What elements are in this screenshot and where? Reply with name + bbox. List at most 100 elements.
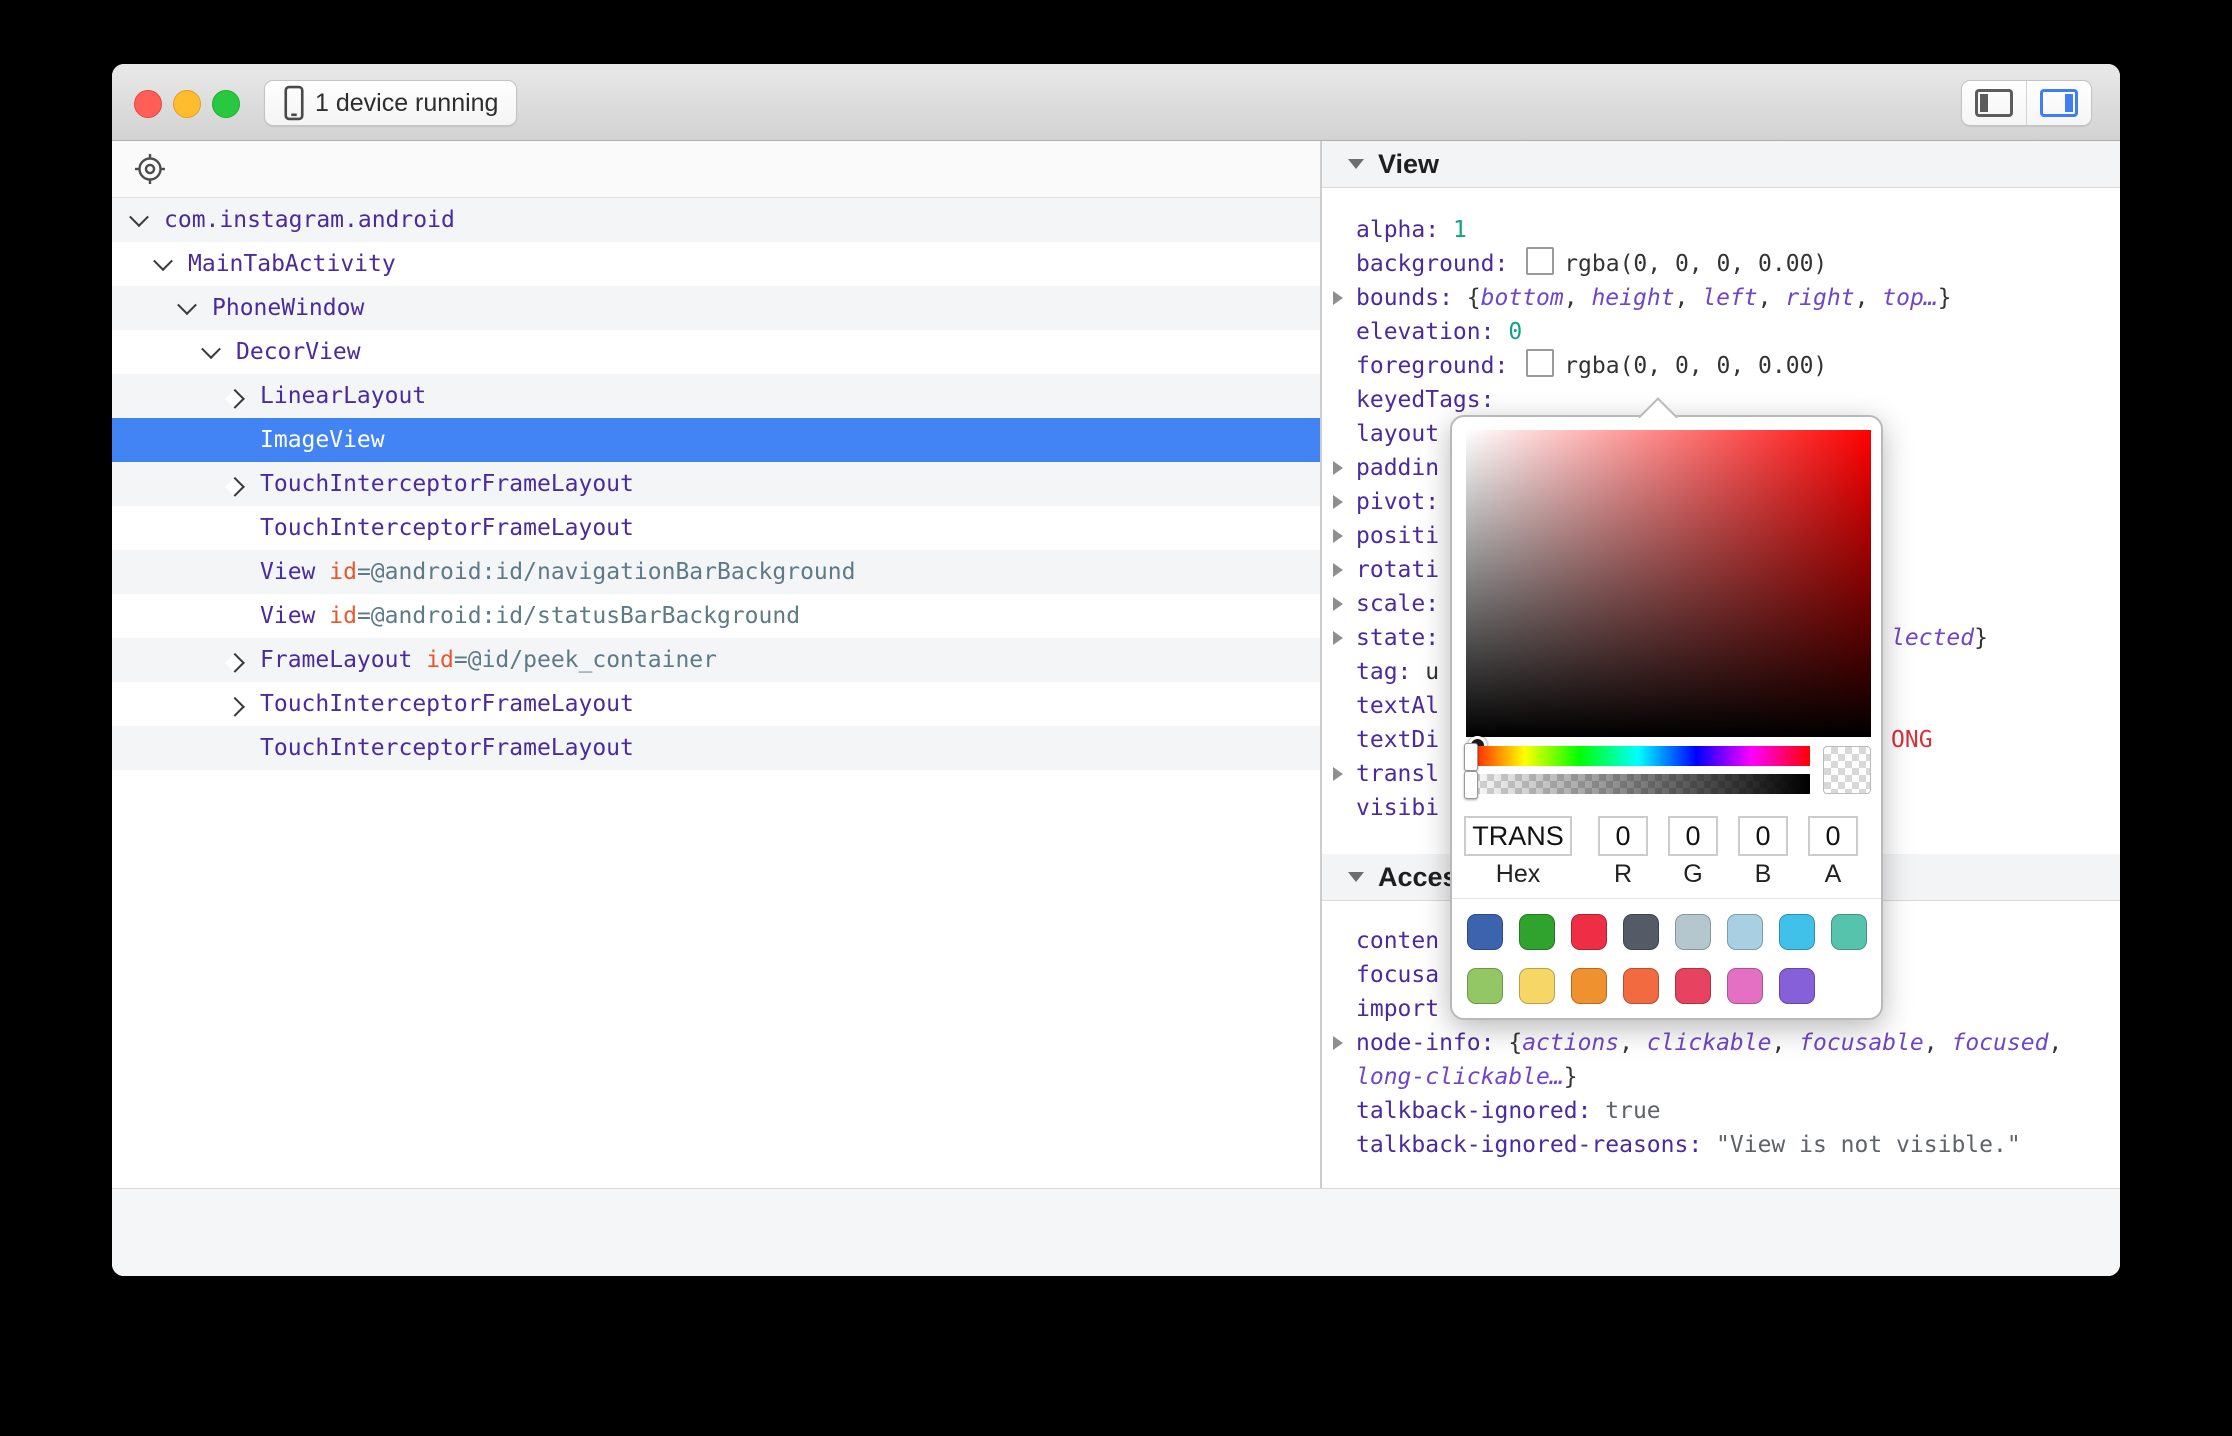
blue-label: B — [1738, 860, 1788, 889]
minimize-button[interactable] — [173, 90, 201, 118]
tree-row[interactable]: PhoneWindow — [112, 286, 1320, 330]
tree-row[interactable]: com.instagram.android — [112, 198, 1320, 242]
expand-arrow-icon[interactable] — [1333, 529, 1343, 543]
chevron-down-icon[interactable] — [153, 251, 173, 271]
expand-arrow-icon[interactable] — [1333, 631, 1343, 645]
property-row[interactable]: talkback-ignored-reasons: "View is not v… — [1356, 1128, 2090, 1162]
preset-color-swatch[interactable] — [1519, 914, 1555, 950]
property-key: conten — [1356, 928, 1439, 954]
property-row[interactable]: talkback-ignored: true — [1356, 1094, 2090, 1128]
property-row[interactable]: background: rgba(0, 0, 0, 0.00) — [1356, 247, 2090, 281]
device-running-label: 1 device running — [315, 89, 498, 118]
section-collapse-icon[interactable] — [1348, 872, 1364, 882]
property-row[interactable]: bounds: {bottom, height, left, right, to… — [1356, 281, 2090, 315]
chevron-right-icon[interactable] — [225, 477, 245, 497]
property-row[interactable]: alpha: 1 — [1356, 213, 2090, 247]
preset-color-swatch[interactable] — [1623, 914, 1659, 950]
phone-icon — [283, 85, 305, 121]
chevron-down-icon[interactable] — [177, 295, 197, 315]
alpha-slider[interactable] — [1466, 774, 1810, 794]
expand-arrow-icon[interactable] — [1333, 597, 1343, 611]
tree-row[interactable]: FrameLayout id =@id/peek_container — [112, 638, 1320, 682]
property-key: rotati — [1356, 557, 1439, 583]
tree-node-label: TouchInterceptorFrameLayout — [260, 735, 634, 761]
tree-row[interactable]: TouchInterceptorFrameLayout — [112, 726, 1320, 770]
attribute-value: =@android:id/navigationBarBackground — [357, 559, 856, 585]
section-title: View — [1378, 149, 1439, 180]
preset-color-swatch[interactable] — [1467, 968, 1503, 1004]
expand-arrow-icon[interactable] — [1333, 563, 1343, 577]
text-direction-value-tail: ONG — [1891, 723, 1933, 757]
alpha-slider-handle[interactable] — [1464, 771, 1478, 799]
saturation-value-gradient[interactable] — [1466, 430, 1871, 737]
view-hierarchy-panel: com.instagram.android MainTabActivity Ph… — [112, 141, 1322, 1276]
preset-color-swatch[interactable] — [1467, 914, 1503, 950]
property-row[interactable]: foreground: rgba(0, 0, 0, 0.00) — [1356, 349, 2090, 383]
inspect-device-icon[interactable] — [132, 151, 168, 187]
attribute-value: =@android:id/statusBarBackground — [357, 603, 800, 629]
panel-toggle-group — [1961, 80, 2092, 126]
property-value: true — [1605, 1098, 1660, 1124]
preset-color-swatch[interactable] — [1675, 968, 1711, 1004]
expand-arrow-icon[interactable] — [1333, 1036, 1343, 1050]
tree-row[interactable]: TouchInterceptorFrameLayout — [112, 682, 1320, 726]
property-row[interactable]: node-info: {actions, clickable, focusabl… — [1356, 1026, 2090, 1094]
preset-color-swatch[interactable] — [1831, 914, 1867, 950]
chevron-down-icon[interactable] — [201, 339, 221, 359]
chevron-down-icon[interactable] — [129, 207, 149, 227]
tree-row[interactable]: View id =@android:id/navigationBarBackgr… — [112, 550, 1320, 594]
zoom-button[interactable] — [212, 90, 240, 118]
red-input[interactable]: 0 — [1598, 816, 1648, 856]
tree-row-selected[interactable]: ImageView — [112, 418, 1320, 462]
preset-color-swatch[interactable] — [1571, 968, 1607, 1004]
property-key: tag — [1356, 659, 1398, 685]
preset-color-swatch[interactable] — [1675, 914, 1711, 950]
green-input[interactable]: 0 — [1668, 816, 1718, 856]
chevron-right-icon[interactable] — [225, 653, 245, 673]
tree-row[interactable]: LinearLayout — [112, 374, 1320, 418]
property-row[interactable]: elevation: 0 — [1356, 315, 2090, 349]
tree-node-label: com.instagram.android — [164, 207, 455, 233]
property-key: talkback-ignored-reasons — [1356, 1132, 1688, 1158]
hue-slider-handle[interactable] — [1464, 743, 1478, 771]
property-row[interactable]: keyedTags: — [1356, 383, 2090, 417]
expand-arrow-icon[interactable] — [1333, 461, 1343, 475]
preset-color-swatch[interactable] — [1779, 968, 1815, 1004]
preset-color-swatch[interactable] — [1623, 968, 1659, 1004]
view-section-header[interactable]: View — [1322, 141, 2120, 188]
tree-row[interactable]: TouchInterceptorFrameLayout — [112, 462, 1320, 506]
expand-arrow-icon[interactable] — [1333, 767, 1343, 781]
color-swatch[interactable] — [1526, 349, 1554, 377]
preset-color-swatch[interactable] — [1519, 968, 1555, 1004]
hue-slider[interactable] — [1466, 746, 1810, 766]
preset-color-swatch[interactable] — [1779, 914, 1815, 950]
section-collapse-icon[interactable] — [1348, 159, 1364, 169]
tree-row[interactable]: TouchInterceptorFrameLayout — [112, 506, 1320, 550]
tree-row[interactable]: DecorView — [112, 330, 1320, 374]
alpha-input[interactable]: 0 — [1808, 816, 1858, 856]
expand-arrow-icon[interactable] — [1333, 291, 1343, 305]
property-key: layout — [1356, 421, 1439, 447]
hex-input[interactable]: TRANS — [1464, 816, 1572, 856]
toggle-left-panel-button[interactable] — [1962, 81, 2026, 125]
device-running-button[interactable]: 1 device running — [264, 80, 517, 126]
preset-color-swatch[interactable] — [1571, 914, 1607, 950]
blue-input[interactable]: 0 — [1738, 816, 1788, 856]
swatch-row — [1467, 914, 1867, 950]
preset-color-swatch[interactable] — [1727, 914, 1763, 950]
close-button[interactable] — [134, 90, 162, 118]
tree-node-label: TouchInterceptorFrameLayout — [260, 515, 634, 541]
left-panel-icon — [1975, 89, 2013, 117]
chevron-right-icon[interactable] — [225, 697, 245, 717]
tree-node-label: FrameLayout — [260, 647, 412, 673]
color-swatch[interactable] — [1526, 247, 1554, 275]
tree-node-label: TouchInterceptorFrameLayout — [260, 471, 634, 497]
tree-row[interactable]: View id =@android:id/statusBarBackground — [112, 594, 1320, 638]
tree-row[interactable]: MainTabActivity — [112, 242, 1320, 286]
expand-arrow-icon[interactable] — [1333, 495, 1343, 509]
toggle-right-panel-button[interactable] — [2026, 81, 2091, 125]
preset-color-swatch[interactable] — [1727, 968, 1763, 1004]
property-key: scale — [1356, 591, 1425, 617]
property-value: rgba(0, 0, 0, 0.00) — [1564, 353, 1827, 379]
chevron-right-icon[interactable] — [225, 389, 245, 409]
